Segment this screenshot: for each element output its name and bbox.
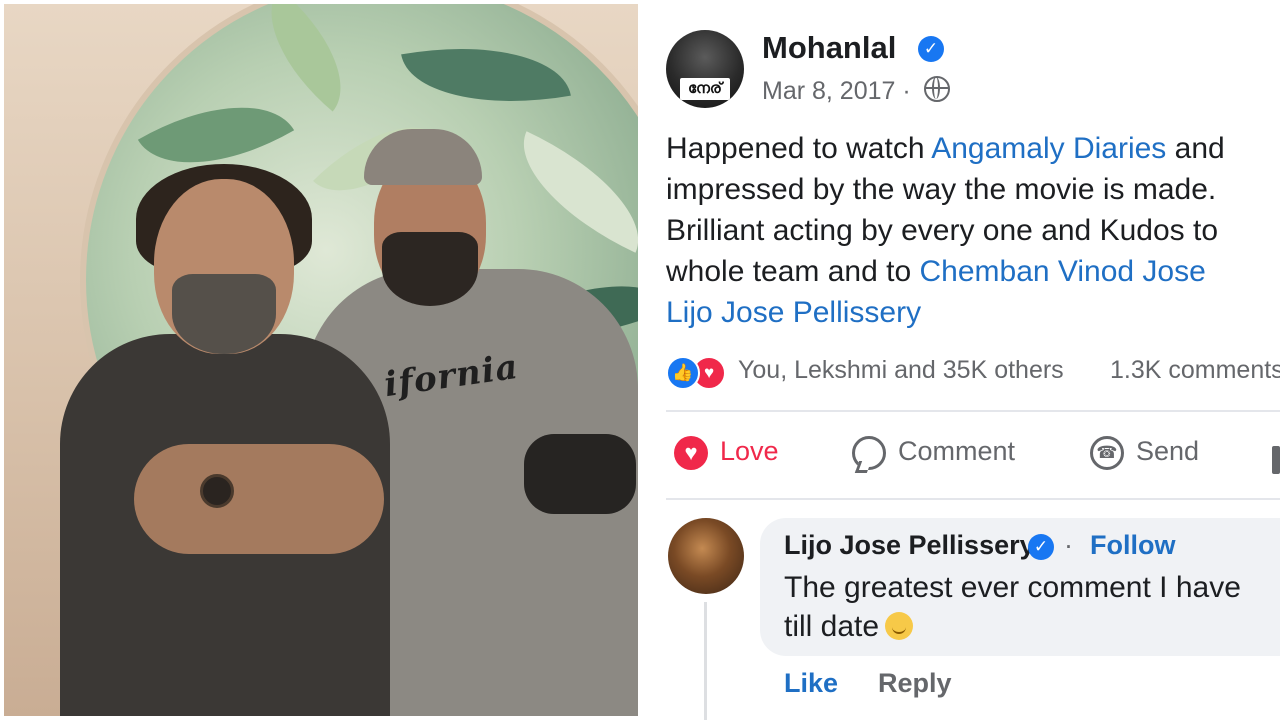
post-line-4: whole team and to Chemban Vinod Jose [666, 255, 1206, 288]
person-right-beard [382, 232, 478, 306]
send-button[interactable]: Send [1090, 436, 1199, 480]
crossed-arms [134, 444, 384, 554]
like-reaction-icon: 👍 [666, 356, 700, 390]
facebook-post: നേര് Mohanlal ✓ Mar 8, 2017 · Happened t… [642, 0, 1280, 720]
commenter-avatar[interactable] [668, 518, 744, 594]
comment-like-button[interactable]: Like [784, 668, 838, 699]
comment-line-2: till date [784, 607, 1280, 646]
person-right-sleeve [524, 434, 636, 514]
reactions-text: You, Lekshmi and 35K others [738, 356, 1064, 384]
post-line-3: Brilliant acting by every one and Kudos … [666, 214, 1218, 247]
avatar-badge-text: നേര് [680, 78, 730, 100]
comment-reply-button[interactable]: Reply [878, 668, 952, 699]
follow-button[interactable]: Follow [1090, 530, 1175, 561]
comment-button[interactable]: Comment [852, 436, 1015, 480]
post-body: Happened to watch Angamaly Diaries and i… [666, 128, 1280, 333]
post-date-text: Mar 8, 2017 · [762, 77, 911, 105]
comment-bubble: Lijo Jose Pellissery ✓ · Follow The grea… [760, 518, 1280, 656]
whatsapp-icon [1090, 436, 1124, 470]
post-line-1: Happened to watch Angamaly Diaries and [666, 132, 1225, 165]
wristwatch [200, 474, 234, 508]
verified-badge-icon: ✓ [918, 36, 944, 62]
commenter-verified-icon: ✓ [1028, 534, 1054, 560]
link-lijo-jose-pellissery[interactable]: Lijo Jose Pellissery [666, 296, 921, 329]
post-date[interactable]: Mar 8, 2017 · [762, 76, 950, 106]
comment-bubble-icon [852, 436, 886, 470]
smiling-face-emoji-icon [885, 612, 914, 640]
link-chemban-vinod-jose[interactable]: Chemban Vinod Jose [920, 255, 1206, 288]
person-left-beard [172, 274, 276, 354]
globe-icon [923, 76, 950, 102]
post-photo[interactable]: ifornia [4, 4, 638, 716]
post-line-2: impressed by the way the movie is made. [666, 173, 1217, 206]
comment-line-1: The greatest ever comment I have [784, 571, 1241, 604]
comment-count[interactable]: 1.3K comments [1110, 356, 1280, 385]
love-button[interactable]: Love [674, 436, 779, 480]
share-icon[interactable] [1272, 446, 1280, 474]
comment-text: The greatest ever comment I have till da… [784, 568, 1280, 646]
divider-bottom [666, 498, 1280, 500]
heart-icon [674, 436, 708, 470]
post-line-5: Lijo Jose Pellissery [666, 292, 1280, 333]
commenter-name[interactable]: Lijo Jose Pellissery [784, 530, 1035, 561]
divider-top [666, 410, 1280, 412]
author-avatar[interactable]: നേര് [666, 30, 744, 108]
author-name[interactable]: Mohanlal [762, 30, 896, 66]
link-angamaly-diaries[interactable]: Angamaly Diaries [931, 132, 1166, 165]
thread-line [704, 602, 707, 720]
follow-separator: · [1064, 530, 1073, 560]
